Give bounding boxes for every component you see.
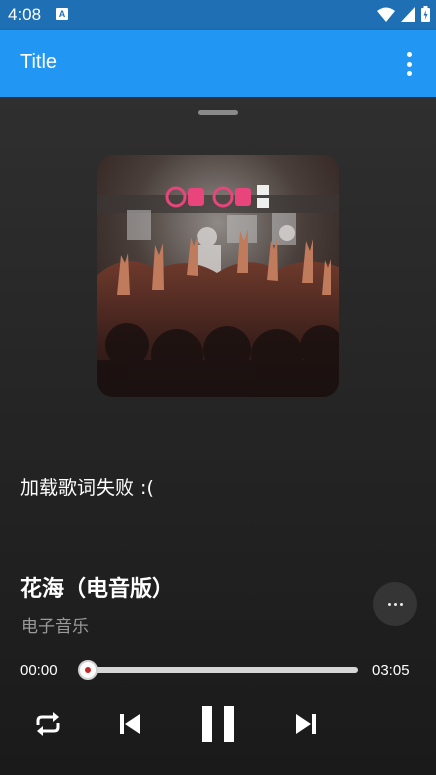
repeat-button[interactable]: [29, 701, 67, 747]
next-button[interactable]: [288, 701, 324, 747]
more-horiz-icon: [387, 602, 391, 606]
repeat-icon: [36, 712, 60, 736]
total-time: 03:05: [372, 662, 410, 679]
status-time: 4:08: [8, 5, 42, 24]
previous-button[interactable]: [112, 701, 148, 747]
song-title: 花海（电音版）: [20, 577, 175, 602]
skip-previous-icon: [120, 714, 140, 734]
signal-icon: [401, 6, 415, 22]
status-icons: [377, 6, 430, 22]
pause-button[interactable]: [196, 701, 240, 747]
more-options-button[interactable]: [373, 582, 417, 626]
battery-icon: [421, 6, 430, 22]
more-vert-icon[interactable]: [404, 52, 414, 76]
album-art: [97, 155, 339, 397]
seek-bar[interactable]: [88, 667, 358, 673]
song-artist: 电子音乐: [21, 617, 89, 637]
skip-next-icon: [296, 714, 316, 734]
current-time: 00:00: [20, 662, 58, 679]
lyrics-message: 加载歌词失败 :(: [20, 477, 154, 499]
notification-app-icon: A: [56, 8, 68, 20]
seek-thumb[interactable]: [78, 660, 98, 680]
player-sheet: 加载歌词失败 :( 花海（电音版） 电子音乐 00:00 03:05: [0, 97, 436, 775]
pause-icon: [202, 706, 234, 742]
wifi-icon: [377, 7, 395, 22]
app-bar: Title: [0, 30, 436, 97]
app-title: Title: [20, 51, 58, 73]
drag-handle[interactable]: [198, 110, 238, 115]
status-bar: 4:08 A: [0, 0, 436, 30]
